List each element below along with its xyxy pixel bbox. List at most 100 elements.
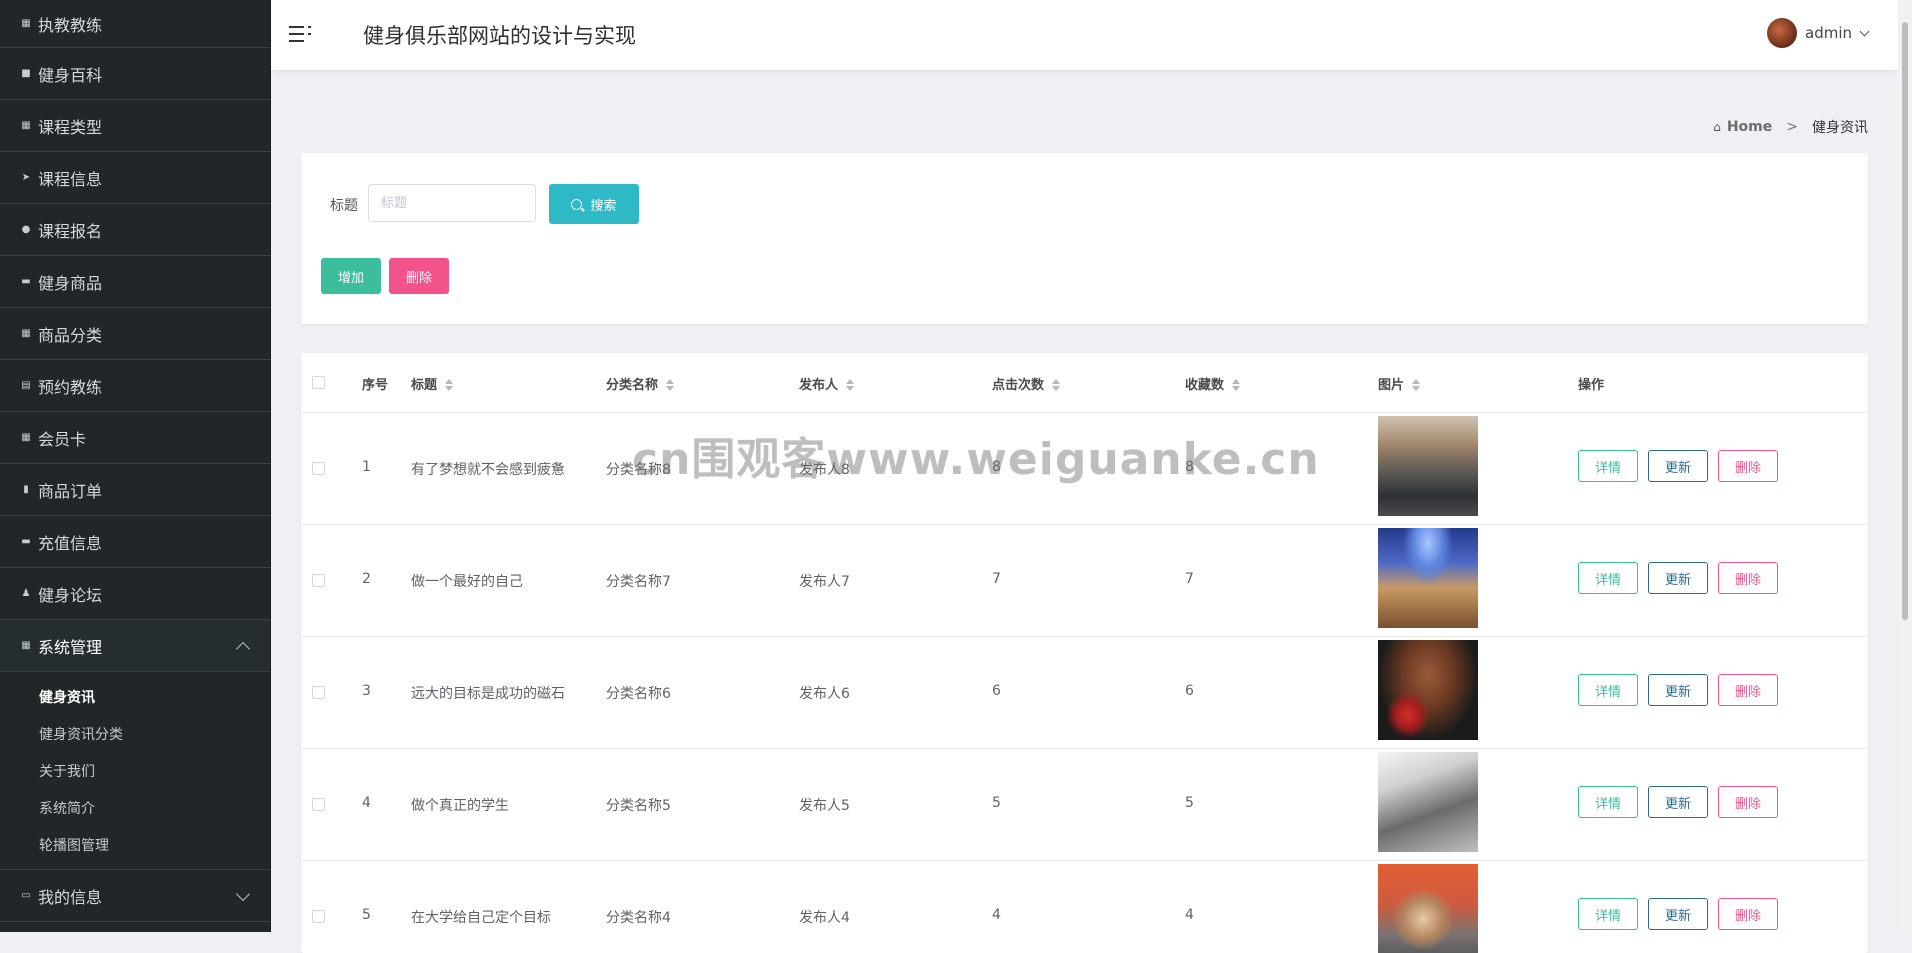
update-button[interactable]: 更新 — [1648, 674, 1708, 706]
sort-icon[interactable] — [846, 378, 855, 391]
search-icon — [571, 198, 583, 210]
cell-publisher: 发布人4 — [799, 910, 850, 926]
sidebar-item-label: 健身商品 — [38, 273, 103, 293]
cell-title: 做个真正的学生 — [411, 798, 509, 814]
sidebar-item[interactable]: ▦ 会员卡 — [0, 412, 270, 464]
submenu-item-carousel-management[interactable]: 轮播图管理 — [0, 826, 270, 863]
cell-index: 4 — [362, 795, 371, 811]
column-header-category[interactable]: 分类名称 — [606, 374, 675, 393]
sidebar-item[interactable]: ♟ 健身论坛 — [0, 568, 270, 620]
column-header-label: 发布人 — [799, 378, 839, 393]
delete-button[interactable]: 删除 — [1718, 898, 1778, 930]
search-input[interactable] — [368, 184, 536, 222]
update-button[interactable]: 更新 — [1648, 786, 1708, 818]
column-header-publisher[interactable]: 发布人 — [799, 374, 855, 393]
cell-favorites: 5 — [1185, 795, 1194, 811]
scrollbar-thumb[interactable] — [1902, 22, 1908, 620]
detail-button[interactable]: 详情 — [1578, 786, 1638, 818]
sort-icon[interactable] — [1232, 378, 1241, 391]
sidebar-item[interactable]: ▦ 执教教练 — [0, 0, 270, 48]
detail-button[interactable]: 详情 — [1578, 562, 1638, 594]
delete-button[interactable]: 删除 — [1718, 450, 1778, 482]
sidebar-item[interactable]: ▦ 商品分类 — [0, 308, 270, 360]
column-header-label: 图片 — [1378, 378, 1405, 393]
row-thumbnail-image — [1378, 528, 1478, 628]
top-header: 健身俱乐部网站的设计与实现 admin — [271, 0, 1898, 70]
breadcrumb-home[interactable]: Home — [1727, 119, 1772, 135]
column-header-title[interactable]: 标题 — [411, 374, 454, 393]
briefcase-icon: ■ — [21, 68, 31, 79]
cell-category: 分类名称7 — [606, 574, 671, 590]
sidebar-item[interactable]: ▬ 健身商品 — [0, 256, 270, 308]
sort-icon[interactable] — [1412, 378, 1421, 391]
column-header-label: 收藏数 — [1185, 378, 1225, 393]
sidebar-item-label: 商品分类 — [38, 325, 103, 345]
submenu-item-system-intro[interactable]: 系统简介 — [0, 789, 270, 826]
sort-icon[interactable] — [666, 378, 675, 391]
sidebar-item[interactable]: ➤ 课程信息 — [0, 152, 270, 204]
breadcrumb-separator: > — [1786, 119, 1798, 135]
sidebar: ▦ 执教教练 ■ 健身百科 ▦ 课程类型 ➤ 课程信息 ● 课程报名 ▬ 健身商品 ▦ 商品分类 ▤ 预约教练… — [0, 0, 271, 932]
row-checkbox[interactable] — [312, 574, 325, 587]
cell-title: 做一个最好的自己 — [411, 574, 523, 590]
table-row: 5 在大学给自己定个目标 分类名称4 发布人4 4 4 详情 更新 删除 — [301, 861, 1868, 953]
update-button[interactable]: 更新 — [1648, 450, 1708, 482]
detail-button[interactable]: 详情 — [1578, 898, 1638, 930]
cell-index: 5 — [362, 907, 371, 923]
submenu-item-fitness-news-category[interactable]: 健身资讯分类 — [0, 715, 270, 752]
sidebar-item-system-management[interactable]: ▦ 系统管理 — [0, 620, 270, 672]
sidebar-item-label: 课程信息 — [38, 169, 103, 189]
sidebar-item-label: 课程报名 — [38, 221, 103, 241]
detail-button[interactable]: 详情 — [1578, 450, 1638, 482]
list-icon: ▦ — [21, 18, 31, 29]
sidebar-item[interactable]: ● 课程报名 — [0, 204, 270, 256]
row-thumbnail-image — [1378, 752, 1478, 852]
sort-icon[interactable] — [445, 378, 454, 391]
batch-delete-button[interactable]: 删除 — [389, 258, 449, 294]
detail-button[interactable]: 详情 — [1578, 674, 1638, 706]
update-button[interactable]: 更新 — [1648, 562, 1708, 594]
cell-publisher: 发布人8 — [799, 462, 850, 478]
sidebar-item[interactable]: ▬ 充值信息 — [0, 516, 270, 568]
cell-index: 2 — [362, 571, 371, 587]
row-checkbox[interactable] — [312, 462, 325, 475]
column-header-actions: 操作 — [1578, 378, 1605, 393]
table-header-row: 序号 标题 分类名称 发布人 点击次数 收藏数 图片 操作 — [301, 353, 1868, 413]
search-button[interactable]: 搜索 — [549, 184, 639, 224]
sort-icon[interactable] — [1052, 378, 1061, 391]
add-button[interactable]: 增加 — [321, 258, 381, 294]
page-scrollbar[interactable] — [1898, 0, 1912, 932]
cell-favorites: 6 — [1185, 683, 1194, 699]
row-checkbox[interactable] — [312, 910, 325, 923]
delete-button[interactable]: 删除 — [1718, 786, 1778, 818]
submenu-item-about-us[interactable]: 关于我们 — [0, 752, 270, 789]
column-header-image[interactable]: 图片 — [1378, 374, 1421, 393]
map-pin-icon: ● — [21, 224, 31, 235]
cell-publisher: 发布人7 — [799, 574, 850, 590]
table-row: 1 有了梦想就不会感到疲惫 分类名称8 发布人8 8 8 详情 更新 删除 — [301, 413, 1868, 525]
row-checkbox[interactable] — [312, 798, 325, 811]
bar-chart-icon: ▮ — [23, 484, 29, 495]
update-button[interactable]: 更新 — [1648, 898, 1708, 930]
row-checkbox[interactable] — [312, 686, 325, 699]
menu-toggle-icon[interactable] — [289, 22, 313, 46]
column-header-favorites[interactable]: 收藏数 — [1185, 374, 1241, 393]
cell-title: 有了梦想就不会感到疲惫 — [411, 462, 565, 478]
data-table: 序号 标题 分类名称 发布人 点击次数 收藏数 图片 操作 1 有了梦想就不会感到… — [301, 353, 1868, 953]
sidebar-item[interactable]: ▮ 商品订单 — [0, 464, 270, 516]
delete-button[interactable]: 删除 — [1718, 562, 1778, 594]
grid-icon: ▦ — [21, 328, 31, 339]
sidebar-item[interactable]: ▦ 课程类型 — [0, 100, 270, 152]
submenu-item-fitness-news[interactable]: 健身资讯 — [0, 678, 270, 715]
table-row: 2 做一个最好的自己 分类名称7 发布人7 7 7 详情 更新 删除 — [301, 525, 1868, 637]
sidebar-item[interactable]: ■ 健身百科 — [0, 48, 270, 100]
chevron-down-icon — [1859, 26, 1870, 36]
sidebar-item-my-info[interactable]: ▭ 我的信息 — [0, 870, 270, 922]
grid-icon: ▦ — [21, 640, 31, 651]
user-menu[interactable]: admin — [1767, 18, 1870, 48]
cell-clicks: 5 — [992, 795, 1001, 811]
delete-button[interactable]: 删除 — [1718, 674, 1778, 706]
column-header-clicks[interactable]: 点击次数 — [992, 374, 1061, 393]
select-all-checkbox[interactable] — [312, 376, 325, 389]
sidebar-item[interactable]: ▤ 预约教练 — [0, 360, 270, 412]
